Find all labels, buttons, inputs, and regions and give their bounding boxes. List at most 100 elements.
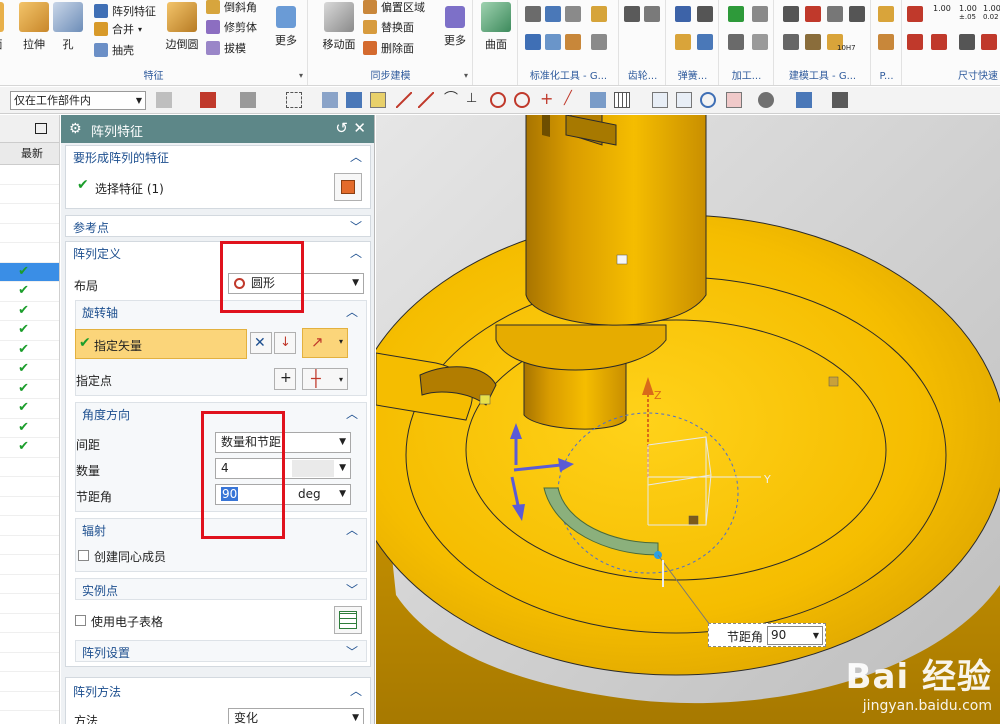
navigator-row[interactable]: ✔: [0, 399, 59, 419]
sync-more-button[interactable]: 更多: [433, 0, 477, 62]
snap-point-icon[interactable]: [370, 92, 386, 108]
chevron-down-icon[interactable]: ▾: [464, 71, 468, 80]
standard-tool-icon[interactable]: [545, 6, 561, 22]
machining-tool-icon[interactable]: [728, 6, 744, 22]
modeling-tool-icon[interactable]: [849, 6, 865, 22]
reference-section-header[interactable]: 参考点 ﹀: [66, 216, 370, 238]
specify-vector-row[interactable]: ✔ 指定矢量: [75, 329, 247, 359]
dimension-tool-icon[interactable]: [907, 34, 923, 50]
dimension-tool-icon[interactable]: [907, 6, 923, 22]
spring-tool-icon[interactable]: [675, 34, 691, 50]
dimension-tool-icon[interactable]: [931, 34, 947, 50]
navigator-row[interactable]: [0, 477, 59, 497]
maximize-icon[interactable]: [35, 123, 47, 134]
render-style-icon[interactable]: [758, 92, 774, 108]
center-point-icon[interactable]: [490, 92, 506, 108]
trim-body-button[interactable]: 修剪体: [206, 17, 257, 37]
standard-tool-icon[interactable]: [525, 34, 541, 50]
standard-tool-icon[interactable]: [591, 34, 607, 50]
dimension-tool-icon[interactable]: [981, 34, 997, 50]
surface-button[interactable]: 曲面: [474, 0, 518, 62]
standard-tool-icon[interactable]: [525, 6, 541, 22]
navigator-row[interactable]: [0, 185, 59, 204]
inferred-point-dropdown[interactable]: ┼ ▾: [302, 368, 348, 390]
view-icon[interactable]: [590, 92, 606, 108]
display-icon[interactable]: [832, 92, 848, 108]
curve-icon[interactable]: ⌒: [444, 92, 460, 108]
hole-button[interactable]: 孔: [46, 0, 90, 62]
select-body-icon[interactable]: [346, 92, 362, 108]
line-icon[interactable]: [418, 92, 434, 108]
grid-icon[interactable]: [614, 92, 630, 108]
feature-more-button[interactable]: 更多: [264, 0, 308, 62]
crosshair-icon[interactable]: +: [540, 91, 556, 108]
point-dialog-button[interactable]: +: [274, 368, 296, 390]
pen-icon[interactable]: ╱: [564, 92, 580, 108]
standard-tool-icon[interactable]: [565, 6, 581, 22]
radial-title[interactable]: 辐射: [82, 522, 106, 539]
navigator-row[interactable]: [0, 536, 59, 555]
select-feature-icon[interactable]: [200, 92, 216, 108]
dimension-tool-icon[interactable]: [959, 34, 975, 50]
tangent-icon[interactable]: ⊥: [466, 92, 482, 108]
standard-tool-icon[interactable]: [545, 34, 561, 50]
navigator-row[interactable]: [0, 614, 59, 633]
navigator-row[interactable]: [0, 458, 59, 477]
navigator-row[interactable]: [0, 672, 59, 692]
orient-view-icon[interactable]: [726, 92, 742, 108]
chevron-down-icon[interactable]: ▾: [299, 71, 303, 80]
modeling-tool-icon[interactable]: [783, 6, 799, 22]
close-icon[interactable]: ✕: [353, 119, 366, 137]
method-section-header[interactable]: 阵列方法 ︿: [66, 678, 370, 700]
navigator-row[interactable]: [0, 165, 59, 185]
navigator-row[interactable]: [0, 224, 59, 243]
standard-tool-icon[interactable]: [591, 6, 607, 22]
standard-tool-icon[interactable]: [565, 34, 581, 50]
fit-view-icon[interactable]: [652, 92, 668, 108]
graphics-viewport[interactable]: Z Y 节距角 90 ▼ Bai 经验 jingyan.baidu.com: [376, 115, 1000, 724]
select-feature-button[interactable]: [334, 173, 362, 201]
modeling-tool-icon[interactable]: [805, 34, 821, 50]
navigator-row[interactable]: ✔: [0, 302, 59, 321]
pattern-feature-button[interactable]: 阵列特征: [94, 1, 156, 21]
navigator-row[interactable]: [0, 555, 59, 575]
replace-face-button[interactable]: 替换面: [363, 17, 414, 37]
navigator-row[interactable]: ✔: [0, 341, 59, 360]
navigator-row[interactable]: [0, 692, 59, 711]
pattern-settings-subsection[interactable]: 阵列设置 ﹀: [75, 640, 367, 662]
navigator-row[interactable]: [0, 204, 59, 224]
pitch-unit-dropdown[interactable]: deg ▼: [294, 485, 350, 504]
navigator-row[interactable]: ✔: [0, 360, 59, 380]
definition-section-header[interactable]: 阵列定义 ︿: [66, 242, 370, 264]
navigator-row[interactable]: [0, 653, 59, 672]
machining-tool-icon[interactable]: [752, 34, 768, 50]
navigator-row[interactable]: [0, 633, 59, 653]
navigator-row[interactable]: [0, 575, 59, 594]
navigator-column-latest[interactable]: 最新: [0, 143, 59, 165]
modeling-tool-icon[interactable]: [827, 6, 843, 22]
method-dropdown[interactable]: 变化 ▼: [228, 708, 364, 724]
navigator-row[interactable]: ✔: [0, 282, 59, 302]
p-tool-icon[interactable]: [878, 6, 894, 22]
machining-tool-icon[interactable]: [728, 34, 744, 50]
machining-tool-icon[interactable]: [752, 6, 768, 22]
navigator-row[interactable]: ✔: [0, 380, 59, 399]
edge-blend-button[interactable]: 边倒圆: [160, 0, 204, 62]
delete-face-button[interactable]: 删除面: [363, 38, 414, 58]
line-icon[interactable]: [396, 92, 412, 108]
navigator-row[interactable]: ✔: [0, 438, 59, 458]
select-face-icon[interactable]: [322, 92, 338, 108]
filter-icon[interactable]: [156, 92, 172, 108]
features-section-header[interactable]: 要形成阵列的特征 ︿: [66, 146, 370, 168]
gear-tool-icon[interactable]: [624, 6, 640, 22]
spreadsheet-button[interactable]: [334, 606, 362, 634]
navigator-row[interactable]: ✔: [0, 262, 59, 282]
spring-tool-icon[interactable]: [697, 6, 713, 22]
rotation-axis-title[interactable]: 旋转轴: [82, 304, 118, 321]
rotate-icon[interactable]: [700, 92, 716, 108]
use-spreadsheet-checkbox[interactable]: [75, 615, 86, 626]
circle-point-icon[interactable]: [514, 92, 530, 108]
spring-tool-icon[interactable]: [675, 6, 691, 22]
shell-button[interactable]: 抽壳: [94, 40, 134, 60]
angle-direction-title[interactable]: 角度方向: [82, 406, 130, 423]
